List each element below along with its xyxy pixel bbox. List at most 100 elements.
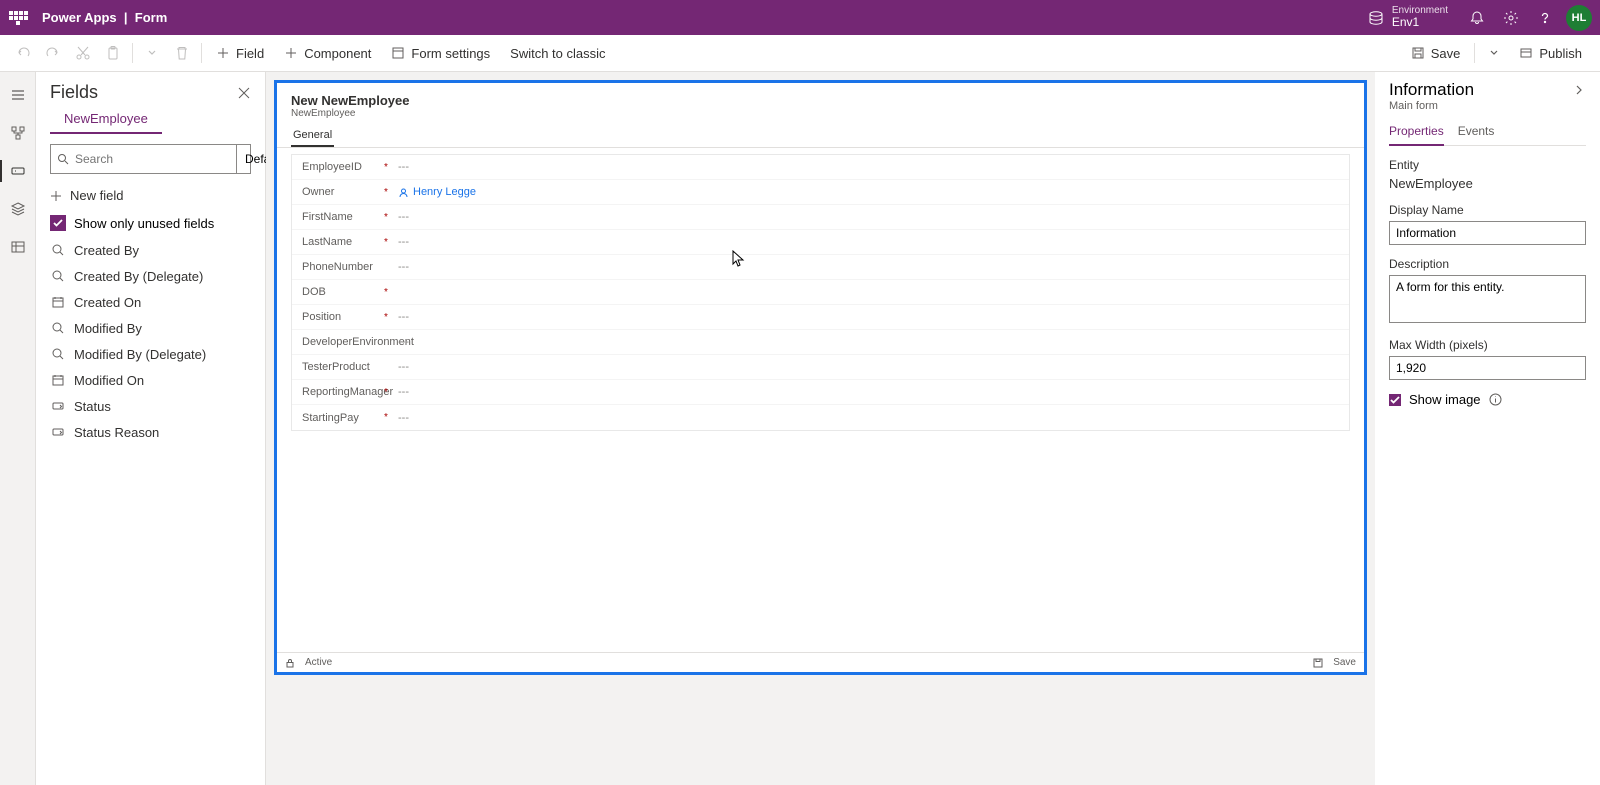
description-label: Description (1389, 257, 1586, 271)
field-item[interactable]: Status (36, 393, 265, 419)
lookup-icon (50, 268, 66, 284)
field-list: Created By Created By (Delegate) Created O… (36, 237, 265, 785)
maxwidth-input[interactable] (1389, 356, 1586, 380)
paste-button[interactable] (98, 38, 128, 68)
form-settings-button[interactable]: Form settings (381, 38, 500, 68)
rail-components-icon[interactable] (0, 192, 36, 226)
field-item[interactable]: Modified By (36, 315, 265, 341)
maxwidth-label: Max Width (pixels) (1389, 338, 1586, 352)
user-avatar[interactable]: HL (1566, 5, 1592, 31)
field-value: --- (398, 361, 409, 373)
environment-icon (1368, 10, 1384, 26)
field-item[interactable]: Created By (36, 237, 265, 263)
save-dropdown[interactable] (1479, 38, 1509, 68)
field-item-label: Modified By (74, 321, 142, 336)
datetime-icon (50, 294, 66, 310)
field-label: FirstName (302, 211, 384, 223)
form-field-row[interactable]: Owner*Henry Legge (292, 180, 1349, 205)
form-section[interactable]: EmployeeID*---Owner*Henry LeggeFirstName… (291, 154, 1350, 431)
props-title: Information (1389, 80, 1474, 100)
rail-hamburger[interactable] (0, 78, 36, 112)
canvas-footer: Active Save (277, 652, 1364, 672)
field-item[interactable]: Status Reason (36, 419, 265, 445)
environment-picker[interactable]: Environment Env1 (1368, 5, 1448, 29)
field-label: TesterProduct (302, 361, 384, 373)
entity-label: Entity (1389, 158, 1586, 172)
tab-properties[interactable]: Properties (1389, 120, 1444, 146)
add-field-button[interactable]: Field (206, 38, 274, 68)
canvas-title: New NewEmployee (291, 93, 1350, 108)
save-button[interactable]: Save (1401, 38, 1471, 68)
env-label: Environment (1392, 5, 1448, 16)
settings-icon[interactable] (1494, 0, 1528, 35)
delete-button[interactable] (167, 38, 197, 68)
rail-fields-icon[interactable] (0, 154, 36, 188)
field-label: EmployeeID (302, 161, 384, 173)
redo-button[interactable] (38, 38, 68, 68)
tab-general[interactable]: General (291, 125, 334, 147)
paste-dropdown[interactable] (137, 38, 167, 68)
form-field-row[interactable]: PhoneNumber --- (292, 255, 1349, 280)
field-value: --- (398, 161, 409, 173)
form-field-row[interactable]: FirstName*--- (292, 205, 1349, 230)
new-field-button[interactable]: New field (36, 182, 265, 209)
field-item[interactable]: Modified On (36, 367, 265, 393)
form-canvas[interactable]: New NewEmployee NewEmployee General Empl… (274, 80, 1367, 675)
form-field-row[interactable]: TesterProduct --- (292, 355, 1349, 380)
field-label: DeveloperEnvironment (302, 336, 384, 348)
rail-tree-icon[interactable] (0, 116, 36, 150)
entity-name[interactable]: NewEmployee (50, 107, 162, 134)
tab-events[interactable]: Events (1458, 120, 1495, 145)
description-input[interactable] (1389, 275, 1586, 323)
lookup-icon (50, 346, 66, 362)
add-component-button[interactable]: Component (274, 38, 381, 68)
option-icon (50, 398, 66, 414)
form-field-row[interactable]: StartingPay*--- (292, 405, 1349, 430)
notifications-icon[interactable] (1460, 0, 1494, 35)
rail-data-icon[interactable] (0, 230, 36, 264)
help-icon[interactable] (1528, 0, 1562, 35)
footer-lock-icon (285, 658, 295, 668)
form-field-row[interactable]: DeveloperEnvironment--- (292, 330, 1349, 355)
field-value: --- (398, 412, 409, 424)
show-image-toggle[interactable]: Show image (1389, 392, 1586, 407)
app-title: Power Apps | Form (42, 10, 167, 25)
search-input[interactable] (75, 152, 230, 166)
display-name-input[interactable] (1389, 221, 1586, 245)
waffle-icon[interactable] (8, 8, 28, 28)
show-unused-toggle[interactable]: Show only unused fields (36, 209, 265, 237)
field-label: ReportingManager (302, 386, 384, 398)
close-icon[interactable] (237, 86, 251, 100)
form-field-row[interactable]: EmployeeID*--- (292, 155, 1349, 180)
chevron-right-icon[interactable] (1572, 83, 1586, 97)
field-item[interactable]: Modified By (Delegate) (36, 341, 265, 367)
entity-value: NewEmployee (1389, 176, 1586, 191)
display-name-label: Display Name (1389, 203, 1586, 217)
field-value: --- (398, 211, 409, 223)
properties-panel: Information Main form Properties Events … (1375, 72, 1600, 785)
form-field-row[interactable]: LastName*--- (292, 230, 1349, 255)
field-item[interactable]: Created By (Delegate) (36, 263, 265, 289)
publish-button[interactable]: Publish (1509, 38, 1592, 68)
field-item[interactable]: Created On (36, 289, 265, 315)
field-item-label: Created By (74, 243, 139, 258)
undo-button[interactable] (8, 38, 38, 68)
lookup-icon (50, 320, 66, 336)
form-field-row[interactable]: DOB* (292, 280, 1349, 305)
canvas-header: New NewEmployee NewEmployee (277, 83, 1364, 121)
cut-button[interactable] (68, 38, 98, 68)
main-layout: Fields NewEmployee Default New field S (0, 72, 1600, 785)
form-field-row[interactable]: Position*--- (292, 305, 1349, 330)
props-subtitle: Main form (1389, 100, 1586, 112)
form-field-row[interactable]: ReportingManager*--- (292, 380, 1349, 405)
option-icon (50, 424, 66, 440)
field-label: StartingPay (302, 412, 384, 424)
fields-panel: Fields NewEmployee Default New field S (36, 72, 266, 785)
field-item-label: Modified By (Delegate) (74, 347, 206, 362)
field-label: PhoneNumber (302, 261, 384, 273)
field-item-label: Created On (74, 295, 141, 310)
footer-status: Active (305, 657, 332, 668)
switch-classic-button[interactable]: Switch to classic (500, 38, 615, 68)
field-item-label: Modified On (74, 373, 144, 388)
field-value: --- (398, 261, 409, 273)
